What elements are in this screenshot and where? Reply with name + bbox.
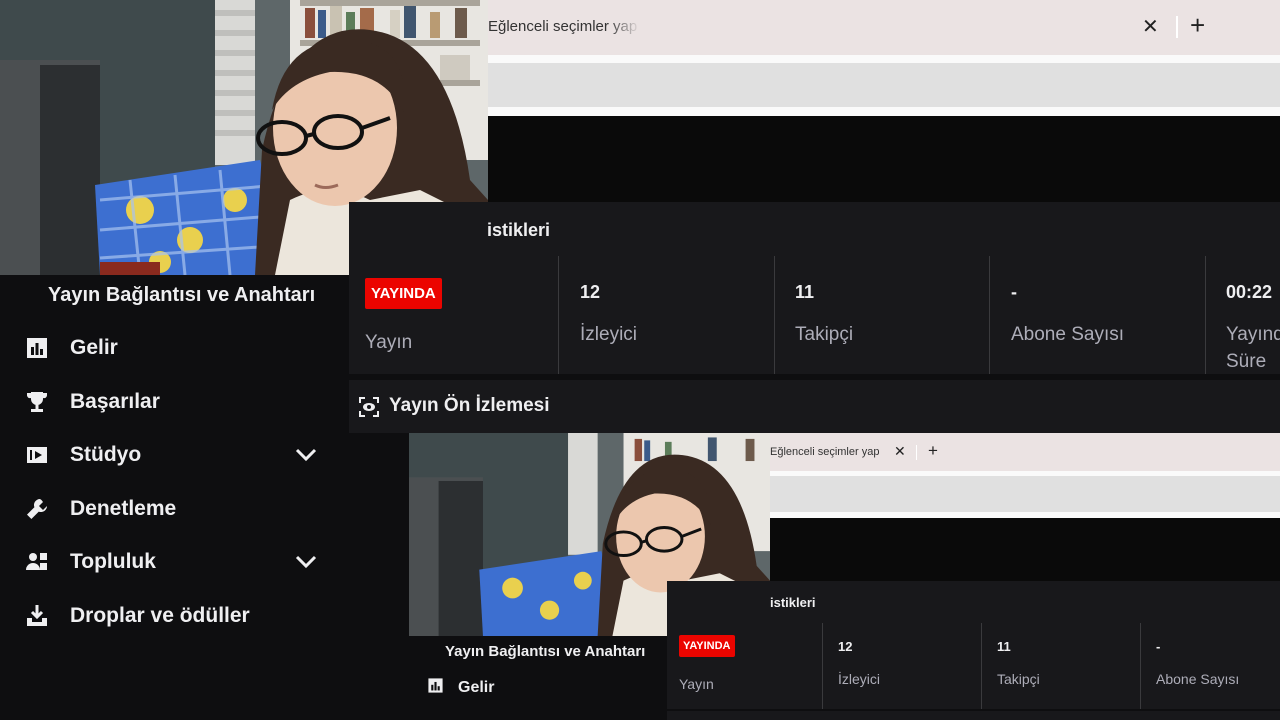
preview-browser-tab-bar: Eğlenceli seçimler yap ✕ + (770, 433, 1280, 471)
stat-viewers: 12 İzleyici (559, 258, 774, 374)
preview-stats-title: istikleri (770, 595, 816, 610)
stat-label: Yayın (365, 332, 413, 353)
stat-value: 12 (580, 282, 601, 302)
preview-address-bar (770, 476, 1280, 512)
sidebar-item-label: Başarılar (70, 390, 160, 413)
preview-eye-icon (359, 397, 379, 422)
stat-value: 11 (795, 282, 815, 302)
preview-sidebar-item-label: Gelir (458, 679, 495, 696)
stream-preview-header: Yayın Ön İzlemesi (349, 380, 1280, 433)
chevron-down-icon[interactable] (294, 443, 318, 472)
preview-sidebar-heading: Yayın Bağlantısı ve Anahtarı (445, 643, 646, 660)
stat-subscribers: - Abone Sayısı (990, 258, 1205, 374)
sidebar-item-label: Gelir (70, 336, 118, 359)
creator-dashboard-sidebar: Yayın Bağlantısı ve Anahtarı Gelir Başar… (0, 275, 345, 720)
preview-sidebar: Yayın Bağlantısı ve Anahtarı Gelir (409, 636, 667, 720)
stat-followers: 11 Takipçi (775, 258, 989, 374)
preview-tab-title: Eğlenceli seçimler yap (770, 446, 880, 458)
preview-title: Yayın Ön İzlemesi (389, 395, 550, 416)
sidebar-item-studio[interactable]: Stüdyo (24, 435, 324, 475)
sidebar-item-achievements[interactable]: Başarılar (24, 382, 324, 422)
new-tab-icon[interactable]: + (1190, 12, 1205, 38)
browser-tab-bar: Eğlenceli seçimler yap ✕ + (488, 0, 1280, 55)
tab-separator (1176, 16, 1178, 38)
preview-stat-value: 11 (997, 639, 1011, 654)
sidebar-item-drops[interactable]: Droplar ve ödüller (24, 596, 324, 636)
stat-label: İzleyici (580, 324, 638, 345)
stat-label: Abone Sayısı (1011, 324, 1125, 345)
trophy-icon (24, 389, 50, 415)
sidebar-item-label: Droplar ve ödüller (70, 604, 250, 627)
sidebar-item-revenue[interactable]: Gelir (24, 328, 324, 368)
address-bar[interactable] (488, 63, 1280, 107)
stat-label: Yayınd (1226, 324, 1280, 345)
stat-label-line2: Süre (1226, 351, 1267, 372)
studio-icon (24, 442, 50, 468)
sidebar-item-moderation[interactable]: Denetleme (24, 489, 324, 529)
preview-stat-divider (1140, 623, 1141, 709)
wrench-icon (24, 496, 50, 522)
toolbar-divider-bottom (488, 107, 1280, 116)
preview-bar-chart-icon (427, 677, 444, 699)
preview-stat-label: Abone Sayısı (1156, 671, 1240, 687)
preview-stat-value: 12 (838, 639, 853, 654)
preview-next-panel-edge (667, 711, 1280, 720)
chevron-down-icon[interactable] (294, 550, 318, 579)
preview-stat-label: İzleyici (838, 671, 881, 687)
preview-sidebar-item-revenue: Gelir (427, 677, 494, 699)
tab-title-fade (608, 14, 640, 40)
preview-stat-divider (981, 623, 982, 709)
preview-live-badge: YAYINDA (679, 635, 735, 657)
preview-stats-panel: istikleri YAYINDA Yayın 12 İzleyici 11 T… (667, 581, 1280, 709)
sidebar-item-label: Stüdyo (70, 443, 142, 466)
stream-preview-video[interactable]: Eğlenceli seçimler yap ✕ + istikleri YAY… (409, 433, 1280, 720)
page-header-band (488, 116, 1280, 202)
drops-icon (24, 603, 50, 629)
preview-stat-value: - (1156, 639, 1161, 654)
bar-chart-icon (24, 335, 50, 361)
stat-live-status: YAYINDA Yayın (349, 258, 558, 374)
preview-close-tab-icon: ✕ (894, 443, 906, 459)
preview-new-tab-icon: + (928, 441, 938, 460)
sidebar-item-community[interactable]: Topluluk (24, 542, 324, 582)
toolbar-divider (488, 55, 1280, 63)
preview-header-band (770, 518, 1280, 581)
sidebar-item-label: Topluluk (70, 550, 156, 573)
stat-value: 00:22 (1226, 282, 1273, 302)
preview-tab-separator (916, 445, 917, 460)
preview-stat-divider (822, 623, 823, 709)
preview-stat-label: Takipçi (997, 671, 1040, 687)
community-icon (24, 549, 50, 575)
stat-value: - (1011, 282, 1017, 302)
preview-stat-label: Yayın (679, 676, 714, 692)
stat-duration: 00:22 Yayınd Süre (1206, 258, 1280, 374)
stream-key-link[interactable]: Yayın Bağlantısı ve Anahtarı (48, 284, 315, 307)
live-badge: YAYINDA (365, 278, 442, 309)
stats-title: istikleri (487, 220, 551, 240)
close-tab-icon[interactable]: ✕ (1142, 14, 1159, 39)
stream-stats-panel: istikleri YAYINDA Yayın 12 İzleyici 11 T… (349, 202, 1280, 374)
stat-label: Takipçi (795, 324, 854, 345)
sidebar-item-label: Denetleme (70, 497, 177, 520)
